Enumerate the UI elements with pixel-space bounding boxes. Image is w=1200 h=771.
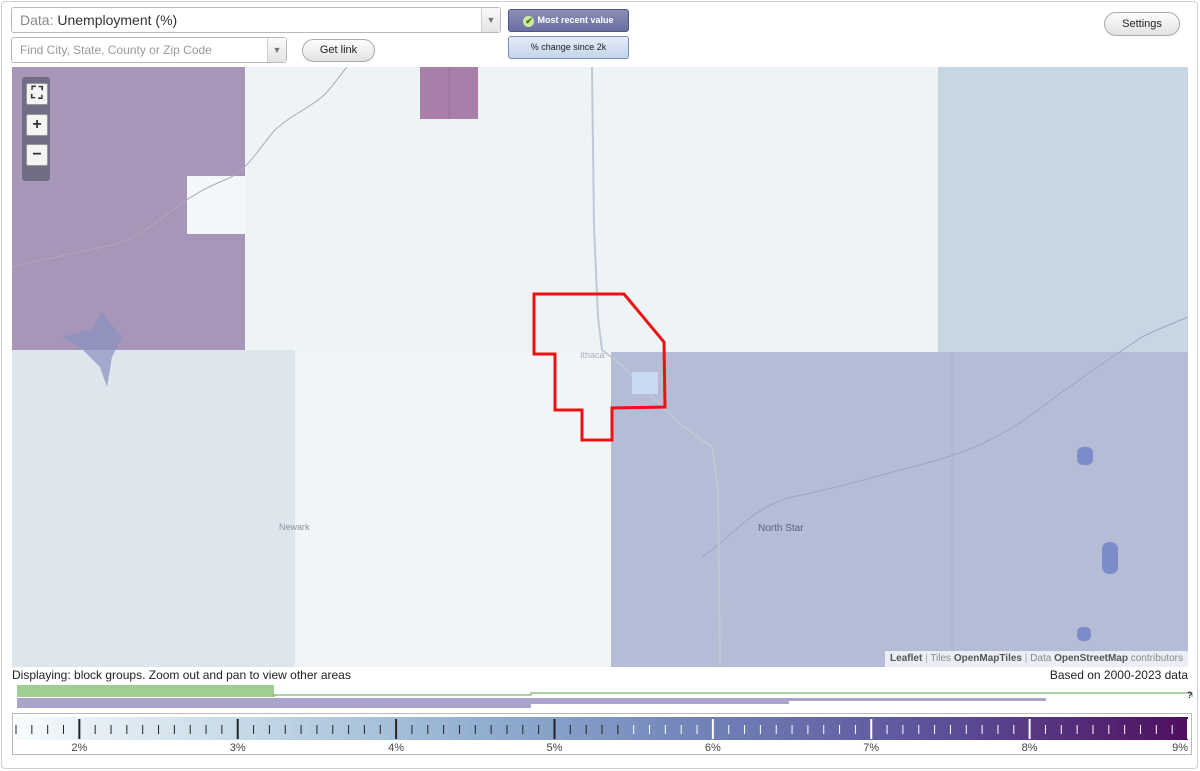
get-link-button[interactable]: Get link [302,39,375,62]
fullscreen-button[interactable]: ⛶ [26,83,48,105]
legend-tick-label: 6% [705,742,721,754]
minus-icon: − [32,146,42,163]
percent-change-toggle[interactable]: % change since 2k [508,36,629,59]
urban-area [632,372,658,394]
legend-tick-label: 7% [863,742,879,754]
zoom-in-button[interactable]: + [26,114,48,136]
map-layer: Ithaca Newark North Star [12,67,1188,667]
contributors-text: contributors [1130,653,1183,664]
region-newark-east[interactable] [295,350,611,667]
region-ne[interactable] [938,67,1188,352]
place-label-north-star: North Star [758,523,804,534]
histogram-bar-purple [17,698,531,708]
legend-tick-label: 8% [1022,742,1038,754]
most-recent-label: Most recent value [537,15,614,25]
most-recent-toggle[interactable]: ✔ Most recent value [508,9,629,32]
legend-tick-label: 4% [388,742,404,754]
settings-button[interactable]: Settings [1104,12,1180,36]
region-north-star[interactable] [611,352,1188,667]
lake [1077,447,1093,465]
tiles-label: Tiles [930,653,952,664]
displaying-status: Displaying: block groups. Zoom out and p… [12,668,351,682]
leaflet-link[interactable]: Leaflet [890,653,922,664]
checkmark-icon: ✔ [523,16,535,27]
location-search-input[interactable] [12,38,267,62]
place-label-newark: Newark [279,522,310,532]
histogram-outline [273,692,1193,697]
histogram-bar-purple [789,698,1046,701]
map-attribution: Leaflet | Tiles OpenMapTiles | Data Open… [885,651,1188,667]
legend-tick-label: 5% [547,742,563,754]
color-legend: 2% 3% 4% 5% 6% 7% 8% 9% [12,713,1192,755]
data-selector-label: Data: [20,12,54,28]
data-range-note: Based on 2000-2023 data [1049,668,1188,682]
help-icon[interactable]: ? [1187,690,1193,700]
histogram-bar-green [17,685,274,697]
plus-icon: + [32,116,42,133]
data-label: Data [1030,653,1052,664]
legend-tick-label: 2% [71,742,87,754]
chevron-down-icon[interactable]: ▼ [481,8,500,32]
zoom-out-button[interactable]: − [26,144,48,166]
lake [1077,627,1091,641]
attribution-separator: | [1024,653,1028,664]
tiles-link[interactable]: OpenMapTiles [954,653,1022,664]
osm-link[interactable]: OpenStreetMap [1054,653,1128,664]
location-search: ▼ [11,37,287,63]
legend-tick-label: 9% [1172,742,1188,754]
zoom-controls: ⛶ + − [22,77,50,181]
region-newark-west[interactable] [12,350,295,667]
legend-tick-label: 3% [230,742,246,754]
distribution-histogram [17,685,1193,708]
histogram-bar-purple [531,698,789,704]
search-dropdown-icon[interactable]: ▼ [267,38,286,62]
place-label-ithaca: Ithaca [580,350,605,360]
data-selector[interactable]: Data: Unemployment (%) ▼ [11,7,501,33]
attribution-separator: | [925,653,928,664]
region-low-unemployment-north[interactable] [245,67,938,350]
legend-scale: 2% 3% 4% 5% 6% 7% 8% 9% [15,717,1189,754]
region-notch[interactable] [187,176,245,234]
lake [1102,542,1118,574]
choropleth-map[interactable]: Ithaca Newark North Star ⛶ + − Leaflet |… [12,67,1188,667]
data-selector-value: Unemployment (%) [57,12,178,28]
fullscreen-icon: ⛶ [31,85,43,102]
